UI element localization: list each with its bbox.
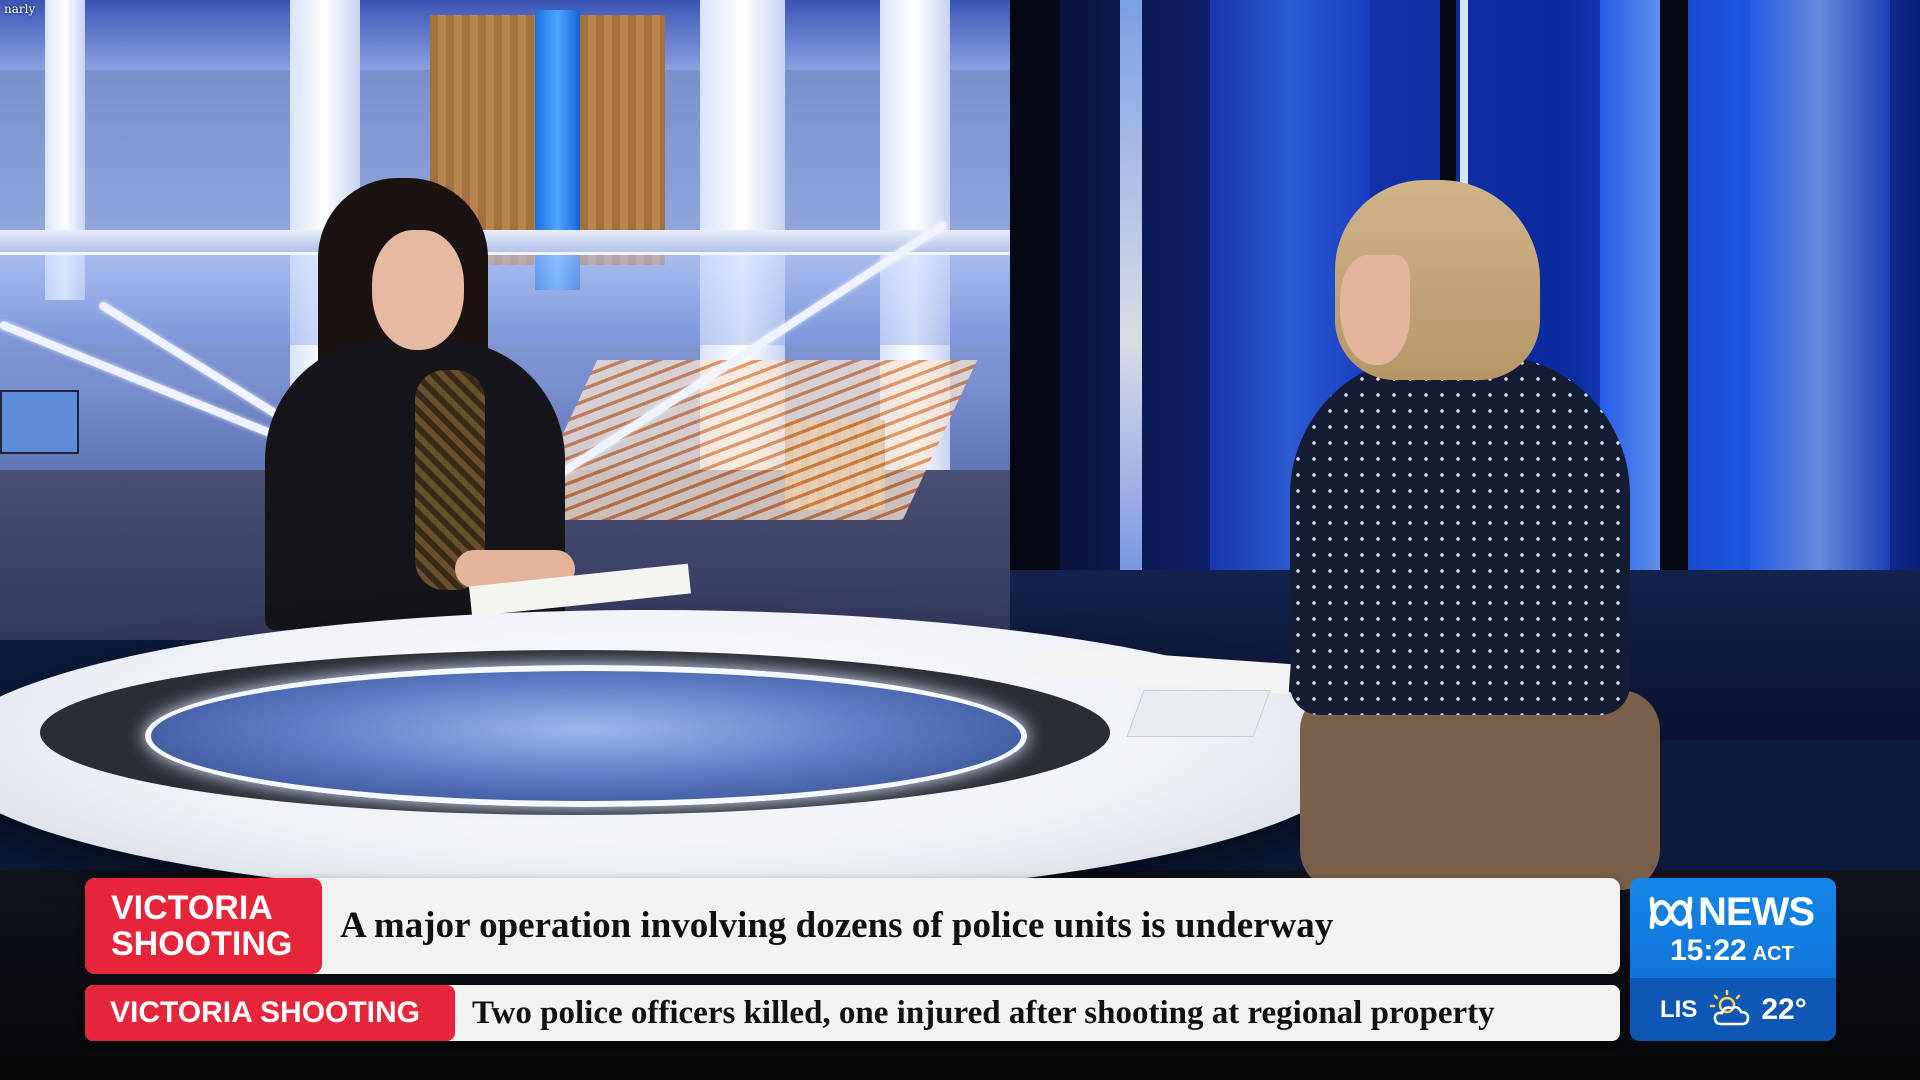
bug-top-panel: NEWS 15:22 ACT [1630,878,1836,974]
weather-panel: LIS 22° [1630,978,1836,1041]
clock-timezone: ACT [1752,943,1794,965]
presenter-right-face [1340,255,1410,365]
primary-tag-line2: SHOOTING [111,925,293,963]
wall-screen [0,390,79,454]
watermark: narly [4,2,36,16]
primary-topic-tag: VICTORIA SHOOTING [85,878,322,974]
abc-lissajous-logo-icon [1649,896,1693,929]
desk-keyboard [1126,690,1271,737]
abc-news-bug: NEWS 15:22 ACT LIS 22° [1630,878,1836,1041]
brand-name: NEWS [1698,890,1815,934]
primary-tag-line1: VICTORIA [111,889,273,927]
brand-lockup: NEWS [1648,890,1815,935]
sun-behind-cloud-icon [1710,989,1750,1025]
staircase [522,360,978,520]
clock: 15:22 ACT [1670,934,1794,968]
mezzanine-floor [0,230,1010,252]
presenter-left-face [372,230,464,350]
weather-city: LIS [1660,995,1698,1023]
presenter-right-trousers [1300,690,1660,890]
wood-panel [580,15,665,265]
primary-headline: A major operation involving dozens of po… [340,905,1334,946]
secondary-headline: Two police officers killed, one injured … [472,995,1495,1031]
secondary-topic-tag: VICTORIA SHOOTING [85,985,455,1041]
weather-temperature: 22° [1761,992,1807,1026]
presenter-right-blouse [1290,355,1630,715]
desk-glass-inset [145,665,1027,807]
clock-time: 15:22 [1670,934,1747,967]
